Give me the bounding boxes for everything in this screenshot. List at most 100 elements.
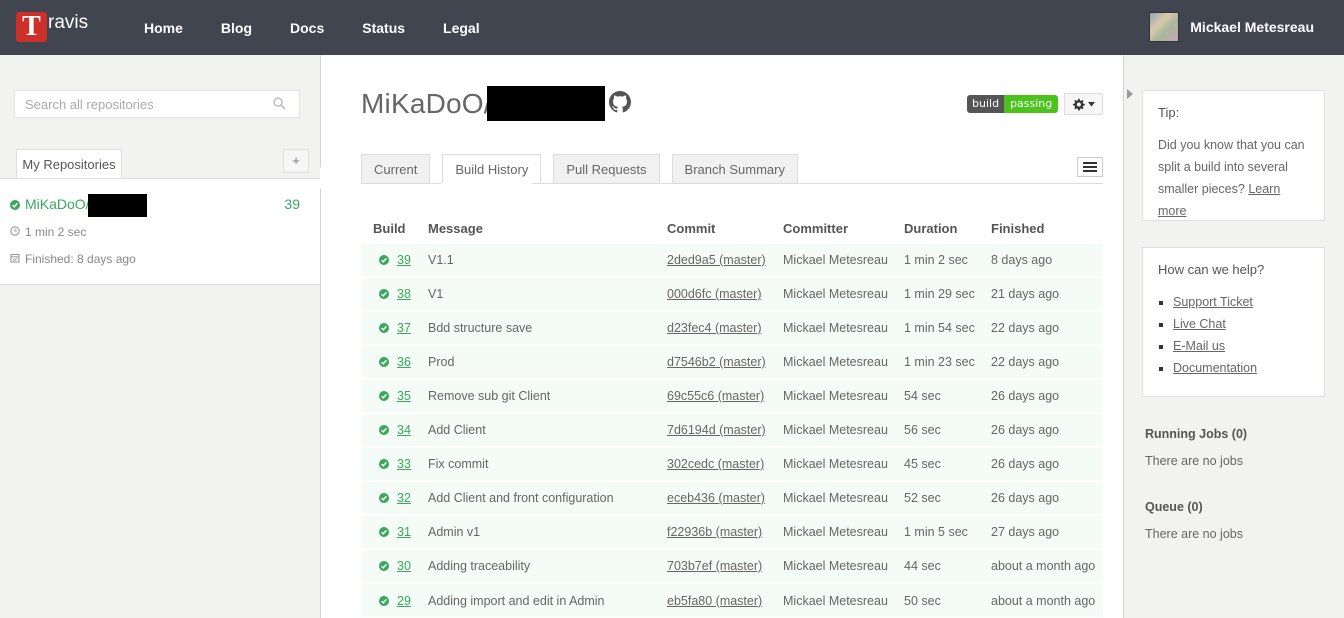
nav-legal[interactable]: Legal [443,20,480,36]
build-number-link[interactable]: 37 [397,321,411,335]
col-committer: Committer [783,221,849,236]
tab-build-history[interactable]: Build History [442,154,542,184]
tip-content: Did you know that you can split a build … [1158,134,1309,222]
build-duration: 1 min 29 sec [892,276,979,311]
live-chat-link[interactable]: Live Chat [1173,317,1226,331]
col-message: Message [428,221,483,236]
table-row[interactable]: 34 Add Client 7d6194d (master) Mickael Mete… [361,412,1103,447]
build-number-link[interactable]: 39 [397,253,411,267]
commit-link[interactable]: eceb436 (master) [667,491,765,505]
build-duration: 56 sec [892,412,979,447]
commit-link[interactable]: 2ded9a5 (master) [667,253,766,267]
list-item: Documentation [1173,357,1309,379]
nav-status[interactable]: Status [362,20,405,36]
build-finished: about a month ago [979,582,1103,617]
build-commit-cell: 69c55c6 (master) [655,378,771,413]
build-commit-cell: d7546b2 (master) [655,344,771,379]
commit-link[interactable]: 703b7ef (master) [667,559,762,573]
repo-card[interactable]: MiKaDoO/ 39 1 min 2 sec Finished: 8 days… [0,178,320,285]
table-row[interactable]: 32 Add Client and front configuration eceb… [361,480,1103,515]
check-circle-icon [379,527,389,537]
table-row[interactable]: 35 Remove sub git Client 69c55c6 (master) M… [361,378,1103,413]
right-sidebar: Tip: Did you know that you can split a b… [1123,55,1344,618]
build-number-link[interactable]: 35 [397,389,411,403]
nav-home[interactable]: Home [144,20,183,36]
check-circle-icon [379,425,389,435]
check-circle-icon [379,493,389,503]
build-committer: Mickael Metesreau [771,310,892,345]
documentation-link[interactable]: Documentation [1173,361,1257,375]
build-committer: Mickael Metesreau [771,378,892,413]
build-finished: 26 days ago [979,378,1103,413]
redacted-title-block [487,86,605,121]
chevron-down-icon [1088,101,1095,106]
commit-link[interactable]: d7546b2 (master) [667,355,766,369]
build-committer: Mickael Metesreau [771,412,892,447]
support-ticket-link[interactable]: Support Ticket [1173,295,1253,309]
commit-link[interactable]: 7d6194d (master) [667,423,766,437]
build-number-cell: 30 [361,548,416,583]
table-row[interactable]: 39 V1.1 2ded9a5 (master) Mickael Metesreau 1… [361,242,1103,277]
tab-pull-requests[interactable]: Pull Requests [553,154,660,184]
user-menu[interactable]: Mickael Metesreau [1149,12,1314,42]
build-number-link[interactable]: 32 [397,491,411,505]
repo-build-number[interactable]: 39 [284,196,300,212]
travis-logo[interactable]: T ravis [16,12,88,42]
email-us-link[interactable]: E-Mail us [1173,339,1225,353]
top-bar: T ravis Home Blog Docs Status Legal Mick… [0,0,1344,55]
table-row[interactable]: 33 Fix commit 302cedc (master) Mickael Mete… [361,446,1103,481]
search-input[interactable] [15,91,255,117]
build-number-cell: 37 [361,310,416,345]
build-status-badge[interactable]: build passing [967,95,1059,113]
tab-my-repositories[interactable]: My Repositories [16,149,122,178]
build-number-link[interactable]: 36 [397,355,411,369]
add-repository-button[interactable]: + [283,149,309,173]
col-build: Build [373,221,406,236]
check-circle-icon [379,391,389,401]
build-committer: Mickael Metesreau [771,548,892,583]
github-icon[interactable] [609,91,631,113]
commit-link[interactable]: f22936b (master) [667,525,762,539]
table-row[interactable]: 29 Adding import and edit in Admin eb5fa80… [361,582,1103,617]
settings-menu-button[interactable] [1064,93,1103,115]
commit-link[interactable]: 302cedc (master) [667,457,764,471]
table-row[interactable]: 38 V1 000d6fc (master) Mickael Metesreau 1 m… [361,276,1103,311]
commit-link[interactable]: 69c55c6 (master) [667,389,764,403]
build-number-link[interactable]: 31 [397,525,411,539]
repo-name[interactable]: MiKaDoO/ [25,196,90,212]
check-circle-icon [379,357,389,367]
build-duration: 54 sec [892,378,979,413]
tab-current[interactable]: Current [361,154,431,184]
commit-link[interactable]: eb5fa80 (master) [667,594,762,608]
build-number-link[interactable]: 29 [397,594,411,608]
commit-link[interactable]: 000d6fc (master) [667,287,761,301]
tab-bar: Current Build History Pull Requests Bran… [361,154,810,184]
search-icon[interactable] [273,97,286,110]
table-row[interactable]: 36 Prod d7546b2 (master) Mickael Metesreau 1… [361,344,1103,379]
tab-branch-summary[interactable]: Branch Summary [671,154,798,184]
build-number-link[interactable]: 30 [397,559,411,573]
nav-docs[interactable]: Docs [290,20,324,36]
build-duration: 50 sec [892,582,979,617]
queue-title: Queue (0) [1145,500,1203,514]
list-item: Live Chat [1173,313,1309,335]
user-name: Mickael Metesreau [1190,19,1314,35]
collapse-arrow-icon[interactable] [1127,89,1133,99]
commit-link[interactable]: d23fec4 (master) [667,321,761,335]
table-row[interactable]: 31 Admin v1 f22936b (master) Mickael Metesr… [361,514,1103,549]
menu-icon[interactable] [1077,157,1103,177]
build-duration: 44 sec [892,548,979,583]
build-number-link[interactable]: 34 [397,423,411,437]
nav-blog[interactable]: Blog [221,20,252,36]
table-row[interactable]: 37 Bdd structure save d23fec4 (master) Mick… [361,310,1103,345]
build-number-link[interactable]: 33 [397,457,411,471]
build-message: Adding import and edit in Admin [416,582,655,617]
tip-text: Did you know that you can split a build … [1158,138,1305,196]
repo-duration: 1 min 2 sec [25,225,87,239]
table-row[interactable]: 30 Adding traceability 703b7ef (master) Mic… [361,548,1103,583]
check-circle-icon [379,595,389,606]
build-number-link[interactable]: 38 [397,287,411,301]
build-message: V1 [416,276,655,311]
build-commit-cell: 2ded9a5 (master) [655,242,771,277]
tip-box: Tip: Did you know that you can split a b… [1142,90,1325,221]
